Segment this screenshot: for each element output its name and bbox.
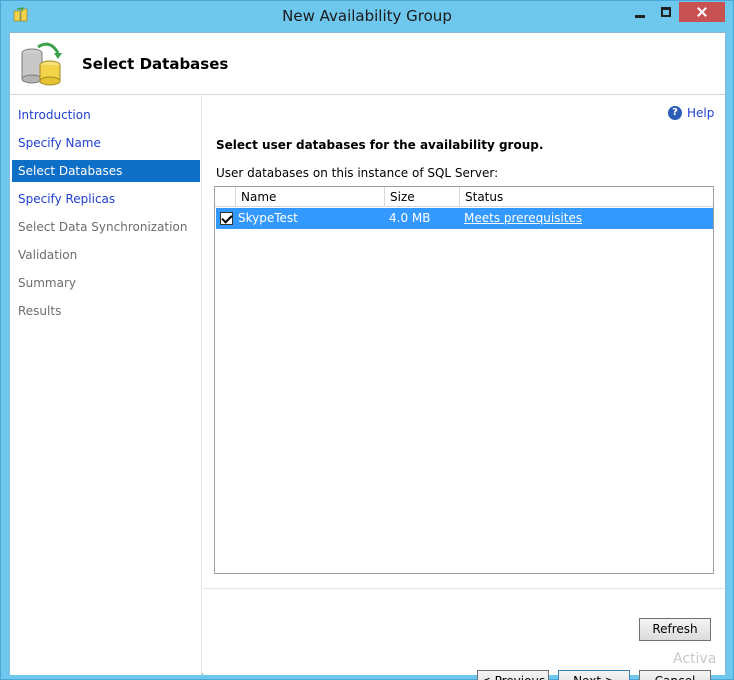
maximize-icon [661,7,671,17]
refresh-button[interactable]: Refresh [639,618,711,641]
nav-item-summary: Summary [18,276,76,290]
help-link[interactable]: ? Help [668,106,714,120]
title-bar[interactable]: New Availability Group [1,1,733,31]
close-button[interactable] [679,2,725,22]
footer-divider [203,588,725,589]
column-header-select[interactable] [215,187,236,207]
help-icon: ? [668,106,682,120]
wizard-nav: Introduction Specify Name Select Databas… [10,96,202,675]
column-header-status[interactable]: Status [460,187,713,207]
database-size: 4.0 MB [389,211,431,225]
previous-button[interactable]: < Previous [477,670,549,680]
cancel-button[interactable]: Cancel [639,670,711,680]
database-grid[interactable]: Name Size Status SkypeTest 4.0 MB Meets … [214,186,714,574]
nav-item-specify-name[interactable]: Specify Name [12,132,200,154]
maximize-button[interactable] [653,2,679,22]
window-title: New Availability Group [282,7,452,25]
table-row[interactable]: SkypeTest 4.0 MB Meets prerequisites [216,208,713,229]
activation-watermark: Activa [673,651,717,667]
database-status-link[interactable]: Meets prerequisites [464,208,582,229]
nav-item-results: Results [18,304,62,318]
dialog-window: New Availability Group Select Databases [0,0,734,680]
column-header-name[interactable]: Name [236,187,385,207]
nav-item-select-databases[interactable]: Select Databases [12,160,200,182]
next-button[interactable]: Next > [558,670,630,680]
nav-item-select-data-synchronization: Select Data Synchronization [18,220,188,234]
nav-item-introduction[interactable]: Introduction [12,104,200,126]
wizard-header: Select Databases [10,33,725,95]
grid-header: Name Size Status [215,187,713,207]
database-checkbox[interactable] [220,212,233,225]
page-title: Select Databases [82,55,229,73]
minimize-button[interactable] [627,2,653,22]
dialog-client: Select Databases Introduction Specify Na… [9,32,726,680]
column-header-size[interactable]: Size [385,187,460,207]
help-label: Help [687,106,715,120]
nav-item-validation: Validation [18,248,78,262]
minimize-icon [635,14,645,18]
database-list-label: User databases on this instance of SQL S… [216,166,499,180]
section-title: Select user databases for the availabili… [216,138,544,152]
database-name: SkypeTest [238,211,298,225]
nav-item-specify-replicas[interactable]: Specify Replicas [12,188,200,210]
database-icon [21,42,62,86]
